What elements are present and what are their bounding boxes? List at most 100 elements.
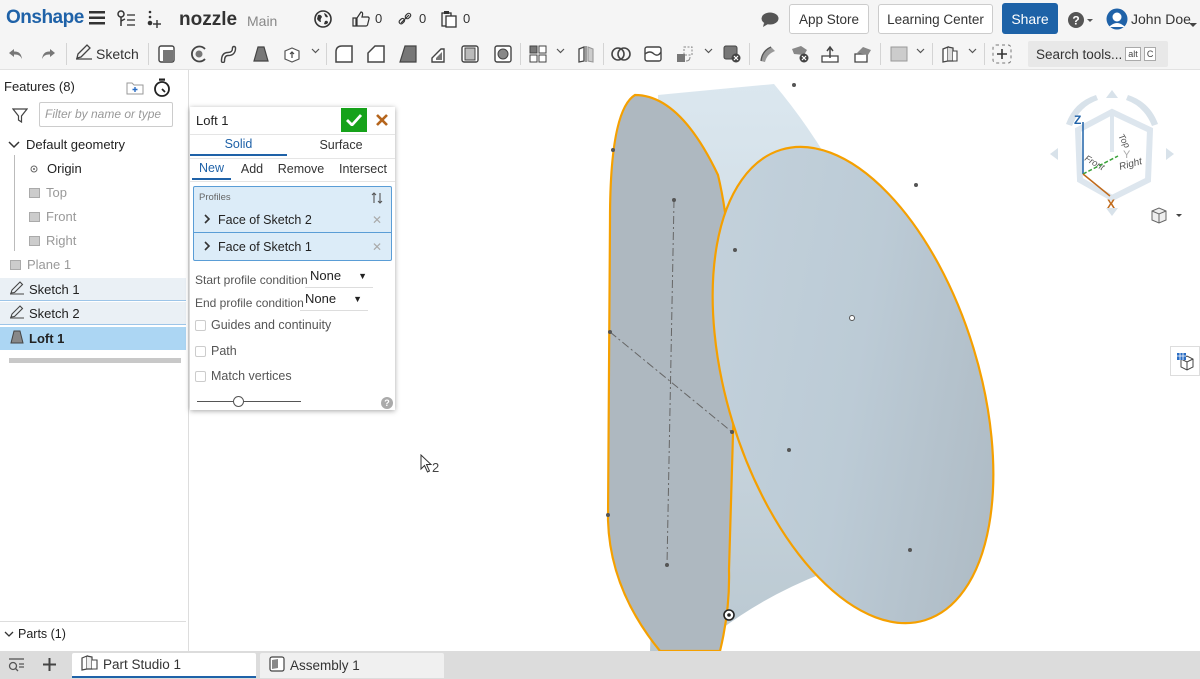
sweep-icon[interactable] (219, 44, 239, 64)
fillet-icon[interactable] (334, 44, 354, 64)
user-name[interactable]: John Doe (1131, 11, 1191, 27)
user-menu-caret-icon[interactable] (1189, 16, 1197, 31)
remove-profile-icon[interactable]: ✕ (372, 240, 382, 254)
chevron-down-icon[interactable] (968, 46, 977, 57)
user-avatar-icon[interactable] (1105, 8, 1129, 33)
profile-row[interactable]: Face of Sketch 2 ✕ (194, 207, 391, 233)
like-icon[interactable] (352, 10, 370, 30)
comments-icon[interactable] (761, 12, 779, 30)
help-icon[interactable]: ? (381, 397, 393, 409)
tree-item-origin[interactable]: Origin (30, 157, 186, 180)
modify-fillet-icon[interactable] (758, 44, 778, 64)
tree-item-sketch-2[interactable]: Sketch 2 (0, 302, 186, 325)
end-condition-select[interactable]: None ▼ (300, 291, 368, 311)
operation-add[interactable]: Add (234, 158, 270, 180)
loft-icon[interactable] (251, 44, 271, 64)
match-vertices-checkbox[interactable]: Match vertices (195, 369, 292, 383)
insert-icon[interactable] (145, 9, 163, 32)
versions-icon[interactable] (116, 10, 136, 31)
profile-row[interactable]: Face of Sketch 1 ✕ (194, 234, 391, 260)
pattern-icon[interactable] (528, 44, 548, 64)
accept-button[interactable] (341, 108, 367, 132)
undo-icon[interactable] (6, 44, 26, 64)
cancel-button[interactable] (371, 109, 393, 131)
display-states-button[interactable] (1170, 346, 1200, 376)
link-icon[interactable] (398, 12, 412, 29)
checkbox-icon[interactable] (195, 370, 206, 382)
replace-face-icon[interactable] (853, 44, 873, 64)
plane-icon[interactable] (889, 44, 909, 64)
copies-icon[interactable] (441, 10, 457, 31)
operation-remove[interactable]: Remove (275, 158, 327, 180)
operation-new[interactable]: New (192, 158, 231, 180)
revolve-icon[interactable] (189, 44, 209, 64)
sketch-button[interactable]: Sketch (75, 44, 139, 63)
extrude-icon[interactable] (157, 44, 177, 64)
tree-item-front[interactable]: Front (29, 205, 186, 228)
chevron-down-icon[interactable] (8, 137, 20, 152)
filter-input[interactable]: Filter by name or type (39, 102, 173, 127)
guides-checkbox[interactable]: Guides and continuity (195, 318, 331, 332)
search-tools-button[interactable]: Search tools... alt C (1028, 41, 1168, 67)
tab-manager-icon[interactable] (8, 658, 25, 675)
help-icon[interactable]: ? (1068, 11, 1096, 32)
preview-slider-handle[interactable] (233, 396, 245, 407)
tree-item-right[interactable]: Right (29, 229, 186, 252)
chevron-down-icon[interactable] (556, 46, 565, 57)
rollback-timer-icon[interactable] (153, 78, 171, 100)
tree-item-loft-1[interactable]: Loft 1 (0, 327, 186, 350)
rib-icon[interactable] (429, 44, 449, 64)
remove-profile-icon[interactable]: ✕ (372, 213, 382, 227)
add-tab-icon[interactable] (42, 657, 57, 675)
hamburger-menu-icon[interactable] (89, 11, 105, 28)
delete-part-icon[interactable] (722, 44, 742, 64)
tab-solid[interactable]: Solid (190, 134, 287, 156)
profiles-selection-box[interactable]: Profiles Face of Sketch 2 ✕ Face of Sket… (193, 186, 392, 261)
hole-icon[interactable] (493, 44, 513, 64)
view-options-icon[interactable] (1150, 207, 1184, 228)
tab-assembly-1[interactable]: Assembly 1 (260, 653, 444, 678)
path-checkbox[interactable]: Path (195, 344, 237, 358)
split-icon[interactable] (643, 44, 663, 64)
tree-item-sketch-1[interactable]: Sketch 1 (0, 278, 186, 301)
reorder-icon[interactable] (371, 192, 383, 207)
boolean-icon[interactable] (611, 44, 631, 64)
transform-icon[interactable] (675, 44, 695, 64)
add-custom-feature-icon[interactable] (992, 44, 1012, 64)
tree-item-default-geometry[interactable]: Default geometry (0, 133, 186, 156)
part-studio-feature-icon[interactable] (940, 44, 960, 64)
document-title[interactable]: nozzle (179, 9, 237, 31)
branch-label[interactable]: Main (247, 13, 277, 29)
app-store-button[interactable]: App Store (789, 4, 869, 34)
checkbox-icon[interactable] (195, 345, 206, 357)
draft-icon[interactable] (398, 44, 418, 64)
tree-item-top[interactable]: Top (29, 181, 186, 204)
add-folder-icon[interactable] (126, 80, 144, 98)
learning-center-button[interactable]: Learning Center (878, 4, 993, 34)
preview-slider-track[interactable] (197, 401, 301, 402)
filter-icon[interactable] (11, 108, 29, 126)
globe-icon[interactable] (314, 10, 332, 31)
horizontal-scrollbar[interactable] (9, 358, 181, 363)
tab-surface[interactable]: Surface (287, 134, 395, 156)
shell-icon[interactable] (460, 44, 480, 64)
share-button[interactable]: Share (1002, 3, 1058, 34)
parts-section-toggle[interactable]: Parts (1) (4, 626, 66, 641)
chamfer-icon[interactable] (366, 44, 386, 64)
move-face-icon[interactable] (820, 44, 840, 64)
start-condition-select[interactable]: None ▼ (305, 268, 373, 288)
operation-intersect[interactable]: Intersect (333, 158, 393, 180)
tab-part-studio-1[interactable]: Part Studio 1 (72, 653, 256, 678)
checkbox-icon[interactable] (195, 319, 206, 331)
chevron-right-icon[interactable] (204, 240, 211, 254)
thicken-icon[interactable] (282, 44, 302, 64)
chevron-down-icon[interactable] (311, 46, 320, 57)
redo-icon[interactable] (38, 44, 58, 64)
chevron-right-icon[interactable] (204, 213, 211, 227)
chevron-down-icon[interactable] (704, 46, 713, 57)
tree-item-plane-1[interactable]: Plane 1 (0, 253, 186, 276)
onshape-logo[interactable]: Onshape (6, 7, 84, 29)
mirror-icon[interactable] (576, 44, 596, 64)
profile-face-sketch-1[interactable] (606, 93, 736, 651)
delete-face-icon[interactable] (790, 44, 810, 64)
